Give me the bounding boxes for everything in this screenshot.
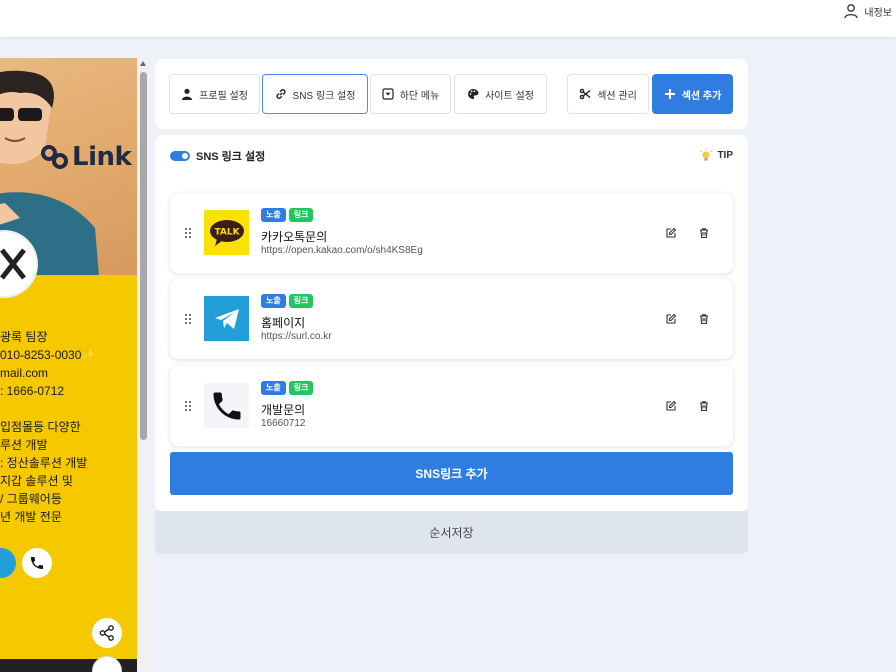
item-title: 홈페이지 (261, 316, 306, 330)
panel-title: SNS 링크 설정 (196, 151, 266, 163)
trash-icon (700, 228, 708, 239)
my-info-link[interactable]: 내정보 (843, 3, 892, 19)
avatar-logo-icon (0, 248, 26, 280)
sns-link-panel: SNS 링크 설정 TIP TALK 노출 링크 카카오톡문의 https://… (155, 135, 748, 511)
item-badges: 노출 링크 (261, 208, 314, 222)
tab-label: 섹션 추가 (681, 90, 722, 102)
brand-text: Link (72, 142, 132, 172)
tab-bottom-menu[interactable]: 하단 메뉴 (370, 74, 451, 114)
item-url: 16660712 (261, 418, 306, 429)
bio-line: 입점몰등 다양한 (0, 420, 81, 434)
add-sns-link-button[interactable]: SNS링크 추가 (170, 452, 733, 495)
link-badge: 링크 (288, 381, 314, 395)
delete-button[interactable] (697, 226, 711, 240)
trash-icon (700, 314, 708, 325)
trash-icon (700, 401, 708, 412)
visible-badge: 노출 (261, 294, 286, 308)
edit-icon (666, 313, 677, 324)
item-url: https://open.kakao.com/o/sh4KS8Eg (261, 245, 423, 256)
bio-line: mail.com (0, 366, 49, 380)
panel-header: SNS 링크 설정 (170, 148, 265, 164)
edit-button[interactable] (664, 399, 678, 413)
save-order-button[interactable]: 순서저장 (155, 511, 748, 554)
person-icon (182, 88, 193, 100)
link-logo-icon (41, 145, 68, 169)
brand-logo: Link (40, 142, 132, 172)
lightbulb-icon (700, 148, 713, 161)
profile-preview: Link 광록 팀장 010-8253-0030✨ mail.com : 166… (0, 58, 137, 672)
my-info-label: 내정보 (864, 7, 892, 19)
telegram-icon (204, 296, 249, 341)
tab-sns-link-settings[interactable]: SNS 링크 설정 (262, 74, 368, 114)
kakaotalk-icon: TALK (204, 210, 249, 255)
settings-tabs: 프로필 설정 SNS 링크 설정 하단 메뉴 사이트 설정 섹션 관리 섹션 추… (155, 59, 748, 129)
sns-link-item[interactable]: TALK 노출 링크 카카오톡문의 https://open.kakao.com… (170, 193, 733, 273)
tab-label: 프로필 설정 (199, 90, 248, 102)
dropdown-box-icon (382, 88, 394, 100)
section-manage-button[interactable]: 섹션 관리 (567, 74, 649, 114)
tab-label: SNS 링크 설정 (292, 90, 356, 102)
edit-button[interactable] (664, 312, 678, 326)
share-icon (99, 625, 114, 641)
bio-line: 루션 개발 (0, 438, 48, 452)
visible-badge: 노출 (261, 381, 286, 395)
link-icon (275, 89, 286, 99)
tip-label: TIP (717, 149, 733, 161)
tab-site-settings[interactable]: 사이트 설정 (454, 74, 547, 114)
scroll-up-arrow[interactable] (140, 61, 146, 66)
link-badge: 링크 (288, 208, 314, 222)
edit-button[interactable] (664, 226, 678, 240)
item-title: 개발문의 (261, 403, 306, 417)
visible-badge: 노출 (261, 208, 286, 222)
delete-button[interactable] (697, 399, 711, 413)
top-header: 내정보 (0, 0, 896, 37)
kakaotalk-icon-text: TALK (214, 227, 240, 237)
item-url: https://surl.co.kr (261, 331, 332, 342)
item-badges: 노출 링크 (261, 294, 314, 308)
bio-line: 010-8253-0030✨ (0, 348, 97, 362)
palette-icon (468, 89, 479, 99)
bio-line: : 정산솔루션 개발 (0, 456, 88, 470)
delete-button[interactable] (697, 312, 711, 326)
tab-label: 섹션 관리 (597, 90, 637, 102)
item-title: 카카오톡문의 (261, 230, 328, 244)
sns-visibility-toggle[interactable] (170, 151, 190, 161)
scissors-icon (579, 88, 591, 100)
drag-handle-icon[interactable] (184, 313, 192, 325)
sns-link-item[interactable]: 노출 링크 홈페이지 https://surl.co.kr (170, 279, 733, 359)
telegram-icon[interactable] (0, 548, 16, 578)
bio-line: 광록 팀장 (0, 330, 48, 344)
bio-line: 지갑 솔루션 및 (0, 474, 73, 488)
scroll-thumb[interactable] (140, 72, 147, 440)
bio-line (0, 400, 137, 418)
phone-icon[interactable] (22, 548, 52, 578)
bio-line: 년 개발 전문 (0, 510, 62, 524)
tab-label: 사이트 설정 (485, 90, 534, 102)
edit-icon (666, 227, 677, 238)
phone-icon (204, 383, 249, 428)
user-icon (844, 4, 859, 19)
preview-sns-icons (0, 548, 52, 578)
bio-line: / 그룹웨어등 (0, 492, 62, 506)
item-badges: 노출 링크 (261, 381, 314, 395)
tab-profile-settings[interactable]: 프로필 설정 (169, 74, 260, 114)
sns-link-item[interactable]: 노출 링크 개발문의 16660712 (170, 366, 733, 446)
preview-bio: 광록 팀장 010-8253-0030✨ mail.com : 1666-071… (0, 328, 137, 526)
plus-icon (664, 89, 675, 99)
bio-line: : 1666-0712 (0, 384, 65, 398)
tab-label: 하단 메뉴 (399, 90, 440, 102)
drag-handle-icon[interactable] (184, 227, 192, 239)
share-button[interactable] (92, 618, 122, 648)
preview-scrollbar[interactable] (138, 58, 149, 672)
drag-handle-icon[interactable] (184, 400, 192, 412)
add-section-button[interactable]: 섹션 추가 (652, 74, 733, 114)
link-badge: 링크 (288, 294, 314, 308)
tip-button[interactable]: TIP (699, 148, 733, 162)
edit-icon (666, 400, 677, 411)
